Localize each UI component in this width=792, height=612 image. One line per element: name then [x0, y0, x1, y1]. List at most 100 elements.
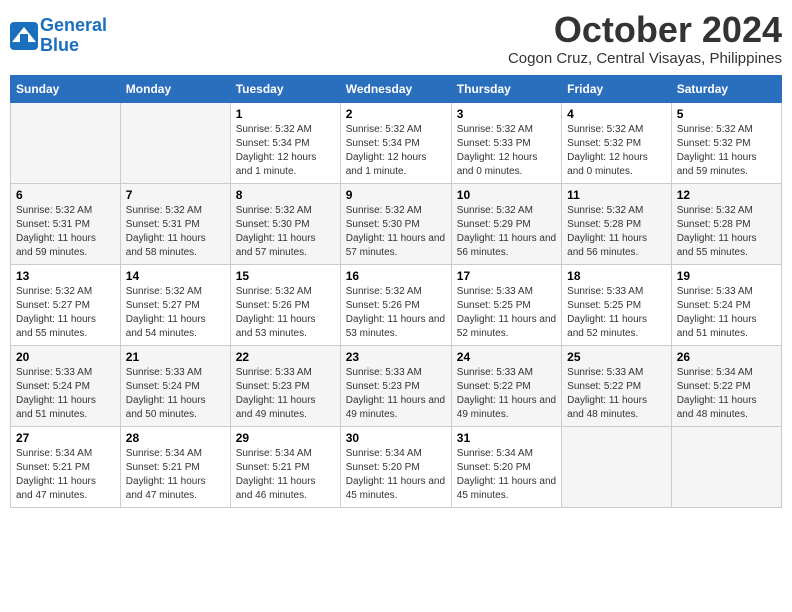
- day-info: Sunrise: 5:32 AMSunset: 5:30 PMDaylight:…: [346, 204, 446, 260]
- day-info: Sunrise: 5:32 AMSunset: 5:31 PMDaylight:…: [16, 204, 115, 260]
- page-header: General Blue October 2024 Cogon Cruz, Ce…: [10, 10, 782, 67]
- day-number: 13: [16, 269, 115, 283]
- header-row: SundayMondayTuesdayWednesdayThursdayFrid…: [11, 75, 782, 102]
- day-number: 11: [567, 188, 666, 202]
- calendar-cell: 9 Sunrise: 5:32 AMSunset: 5:30 PMDaylight…: [340, 183, 451, 264]
- day-info: Sunrise: 5:32 AMSunset: 5:28 PMDaylight:…: [567, 204, 666, 260]
- calendar-cell: 4Sunrise: 5:32 AMSunset: 5:32 PMDaylight…: [562, 102, 672, 183]
- weekday-header: Friday: [562, 75, 672, 102]
- day-info: Sunrise: 5:32 AMSunset: 5:26 PMDaylight:…: [346, 285, 446, 341]
- day-number: 3: [457, 107, 556, 121]
- logo-line1: General: [40, 15, 107, 35]
- day-number: 17: [457, 269, 556, 283]
- calendar-cell: 3Sunrise: 5:32 AMSunset: 5:33 PMDaylight…: [451, 102, 561, 183]
- calendar-week-row: 6Sunrise: 5:32 AMSunset: 5:31 PMDaylight…: [11, 183, 782, 264]
- calendar-week-row: 27 Sunrise: 5:34 AMSunset: 5:21 PMDayligh…: [11, 426, 782, 507]
- calendar-week-row: 1 Sunrise: 5:32 AMSunset: 5:34 PMDaylight…: [11, 102, 782, 183]
- calendar-cell: 13 Sunrise: 5:32 AMSunset: 5:27 PMDayligh…: [11, 264, 121, 345]
- calendar-cell: [562, 426, 672, 507]
- location: Cogon Cruz, Central Visayas, Philippines: [508, 50, 782, 67]
- calendar-cell: 15 Sunrise: 5:32 AMSunset: 5:26 PMDayligh…: [230, 264, 340, 345]
- day-info: Sunrise: 5:34 AMSunset: 5:21 PMDaylight:…: [16, 447, 115, 503]
- calendar-cell: 6Sunrise: 5:32 AMSunset: 5:31 PMDaylight…: [11, 183, 121, 264]
- calendar-cell: 8 Sunrise: 5:32 AMSunset: 5:30 PMDaylight…: [230, 183, 340, 264]
- calendar-cell: 1 Sunrise: 5:32 AMSunset: 5:34 PMDaylight…: [230, 102, 340, 183]
- day-info: Sunrise: 5:32 AMSunset: 5:29 PMDaylight:…: [457, 204, 556, 260]
- calendar-cell: 19Sunrise: 5:33 AMSunset: 5:24 PMDayligh…: [671, 264, 781, 345]
- logo: General Blue: [10, 16, 107, 56]
- day-number: 12: [677, 188, 776, 202]
- month-title: October 2024: [508, 10, 782, 50]
- day-number: 21: [126, 350, 225, 364]
- day-number: 16: [346, 269, 446, 283]
- day-number: 20: [16, 350, 115, 364]
- weekday-header: Saturday: [671, 75, 781, 102]
- weekday-header: Monday: [120, 75, 230, 102]
- day-number: 24: [457, 350, 556, 364]
- day-number: 1: [236, 107, 335, 121]
- calendar-cell: 31Sunrise: 5:34 AMSunset: 5:20 PMDayligh…: [451, 426, 561, 507]
- day-info: Sunrise: 5:32 AMSunset: 5:31 PMDaylight:…: [126, 204, 225, 260]
- day-info: Sunrise: 5:32 AMSunset: 5:27 PMDaylight:…: [126, 285, 225, 341]
- calendar-cell: 25 Sunrise: 5:33 AMSunset: 5:22 PMDayligh…: [562, 345, 672, 426]
- calendar-cell: 23 Sunrise: 5:33 AMSunset: 5:23 PMDayligh…: [340, 345, 451, 426]
- calendar-cell: 12 Sunrise: 5:32 AMSunset: 5:28 PMDayligh…: [671, 183, 781, 264]
- weekday-header: Sunday: [11, 75, 121, 102]
- weekday-header: Wednesday: [340, 75, 451, 102]
- day-number: 30: [346, 431, 446, 445]
- day-number: 9: [346, 188, 446, 202]
- calendar-week-row: 20 Sunrise: 5:33 AMSunset: 5:24 PMDayligh…: [11, 345, 782, 426]
- day-number: 19: [677, 269, 776, 283]
- day-info: Sunrise: 5:32 AMSunset: 5:34 PMDaylight:…: [236, 123, 335, 179]
- day-info: Sunrise: 5:32 AMSunset: 5:28 PMDaylight:…: [677, 204, 776, 260]
- day-info: Sunrise: 5:33 AMSunset: 5:22 PMDaylight:…: [567, 366, 666, 422]
- calendar-cell: 7 Sunrise: 5:32 AMSunset: 5:31 PMDaylight…: [120, 183, 230, 264]
- day-info: Sunrise: 5:33 AMSunset: 5:25 PMDaylight:…: [567, 285, 666, 341]
- day-number: 27: [16, 431, 115, 445]
- logo-line2: Blue: [40, 35, 79, 55]
- day-number: 7: [126, 188, 225, 202]
- day-number: 23: [346, 350, 446, 364]
- day-info: Sunrise: 5:33 AMSunset: 5:22 PMDaylight:…: [457, 366, 556, 422]
- day-number: 8: [236, 188, 335, 202]
- calendar-cell: 24 Sunrise: 5:33 AMSunset: 5:22 PMDayligh…: [451, 345, 561, 426]
- day-number: 25: [567, 350, 666, 364]
- day-info: Sunrise: 5:33 AMSunset: 5:24 PMDaylight:…: [126, 366, 225, 422]
- day-info: Sunrise: 5:34 AMSunset: 5:21 PMDaylight:…: [236, 447, 335, 503]
- day-number: 4: [567, 107, 666, 121]
- day-info: Sunrise: 5:32 AMSunset: 5:32 PMDaylight:…: [677, 123, 776, 179]
- day-number: 29: [236, 431, 335, 445]
- day-info: Sunrise: 5:32 AMSunset: 5:30 PMDaylight:…: [236, 204, 335, 260]
- logo-icon: [10, 22, 38, 50]
- calendar-week-row: 13 Sunrise: 5:32 AMSunset: 5:27 PMDayligh…: [11, 264, 782, 345]
- day-info: Sunrise: 5:32 AMSunset: 5:27 PMDaylight:…: [16, 285, 115, 341]
- calendar-cell: 29 Sunrise: 5:34 AMSunset: 5:21 PMDayligh…: [230, 426, 340, 507]
- day-info: Sunrise: 5:33 AMSunset: 5:25 PMDaylight:…: [457, 285, 556, 341]
- calendar-cell: 26Sunrise: 5:34 AMSunset: 5:22 PMDayligh…: [671, 345, 781, 426]
- weekday-header: Thursday: [451, 75, 561, 102]
- calendar-cell: 14Sunrise: 5:32 AMSunset: 5:27 PMDayligh…: [120, 264, 230, 345]
- calendar-cell: [671, 426, 781, 507]
- logo-text: General Blue: [40, 16, 107, 56]
- calendar-cell: [120, 102, 230, 183]
- day-info: Sunrise: 5:33 AMSunset: 5:23 PMDaylight:…: [346, 366, 446, 422]
- calendar-cell: 2 Sunrise: 5:32 AMSunset: 5:34 PMDaylight…: [340, 102, 451, 183]
- day-info: Sunrise: 5:32 AMSunset: 5:26 PMDaylight:…: [236, 285, 335, 341]
- calendar-cell: 30Sunrise: 5:34 AMSunset: 5:20 PMDayligh…: [340, 426, 451, 507]
- day-number: 18: [567, 269, 666, 283]
- day-number: 2: [346, 107, 446, 121]
- calendar-cell: 17 Sunrise: 5:33 AMSunset: 5:25 PMDayligh…: [451, 264, 561, 345]
- day-number: 28: [126, 431, 225, 445]
- calendar-cell: [11, 102, 121, 183]
- day-number: 15: [236, 269, 335, 283]
- day-info: Sunrise: 5:32 AMSunset: 5:34 PMDaylight:…: [346, 123, 446, 179]
- calendar-cell: 18 Sunrise: 5:33 AMSunset: 5:25 PMDayligh…: [562, 264, 672, 345]
- calendar-cell: 10Sunrise: 5:32 AMSunset: 5:29 PMDayligh…: [451, 183, 561, 264]
- calendar-cell: 28Sunrise: 5:34 AMSunset: 5:21 PMDayligh…: [120, 426, 230, 507]
- day-number: 22: [236, 350, 335, 364]
- weekday-header: Tuesday: [230, 75, 340, 102]
- day-number: 26: [677, 350, 776, 364]
- calendar-cell: 11 Sunrise: 5:32 AMSunset: 5:28 PMDayligh…: [562, 183, 672, 264]
- title-block: October 2024 Cogon Cruz, Central Visayas…: [508, 10, 782, 67]
- calendar-cell: 5Sunrise: 5:32 AMSunset: 5:32 PMDaylight…: [671, 102, 781, 183]
